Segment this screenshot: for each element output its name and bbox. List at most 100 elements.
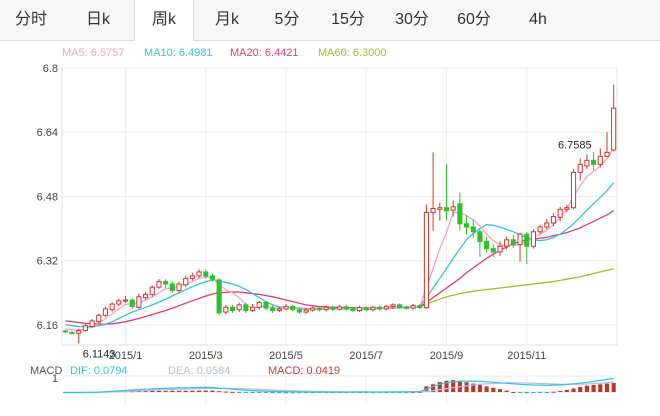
- candle-body: [196, 271, 202, 277]
- candle-body: [290, 305, 296, 311]
- x-tick-label: 2015/7: [349, 350, 383, 362]
- candle-body: [76, 330, 82, 334]
- candle-body: [336, 306, 343, 310]
- candle-body: [557, 208, 563, 218]
- candle-body: [403, 306, 409, 309]
- candle-body: [443, 207, 450, 212]
- candle-body: [143, 293, 149, 299]
- macd-histogram-bar: [270, 392, 275, 394]
- macd-histogram-bar: [156, 390, 162, 392]
- macd-histogram-bar: [538, 392, 543, 393]
- candle-body: [270, 307, 276, 311]
- macd-histogram-bar: [551, 391, 556, 393]
- macd-histogram-bar: [604, 383, 610, 392]
- x-tick-label: 2015/11: [507, 350, 546, 362]
- candle-body: [577, 163, 583, 173]
- dif-legend: DIF: 0.0794: [70, 365, 128, 377]
- candle-body: [330, 306, 336, 310]
- macd-histogram-bar: [564, 389, 569, 392]
- y-tick-label: 6.32: [37, 256, 58, 268]
- candle-body: [163, 281, 169, 285]
- candle-body: [303, 309, 309, 313]
- ma60-legend: MA60: 6.3000: [318, 47, 387, 59]
- candle-body: [390, 304, 396, 307]
- macd-histogram-bar: [163, 390, 168, 392]
- candle-body: [62, 330, 68, 333]
- candle-body: [116, 300, 122, 305]
- macd-histogram-bar: [477, 385, 482, 392]
- y-tick-label: 6.8: [43, 63, 58, 75]
- candle-body: [544, 222, 550, 228]
- candle-body: [377, 306, 383, 310]
- macd-histogram-bar: [511, 392, 516, 393]
- candle-body: [450, 206, 456, 211]
- candle-body: [209, 275, 216, 280]
- macd-histogram-bar: [223, 391, 228, 393]
- candle-body: [122, 299, 129, 302]
- macd-histogram-bar: [558, 390, 563, 392]
- candle-body: [203, 271, 209, 277]
- dea-legend: DEA: 0.0584: [168, 365, 231, 377]
- macd-histogram-bar: [517, 392, 523, 393]
- candle-body: [69, 332, 75, 335]
- candle-body: [537, 226, 543, 233]
- candle-body: [457, 203, 463, 225]
- candle-body: [310, 307, 316, 311]
- macd-histogram-bar: [584, 385, 589, 392]
- candle-body: [417, 305, 423, 309]
- macd-histogram-bar: [464, 382, 469, 392]
- macd-histogram-bar: [250, 392, 255, 393]
- macd-histogram-bar: [531, 392, 536, 393]
- candle-body: [136, 296, 142, 308]
- candle-body: [229, 306, 236, 311]
- y-tick-label: 6.48: [37, 191, 58, 203]
- candle-body: [243, 304, 249, 311]
- candle-body: [564, 207, 570, 210]
- macd-histogram-bar: [210, 390, 215, 392]
- macd-histogram-bar: [230, 391, 235, 393]
- candle-body: [550, 216, 557, 224]
- candle-body: [283, 305, 289, 310]
- candle-body: [484, 240, 490, 250]
- max-price-label: 6.7585: [558, 139, 592, 151]
- candle-body: [497, 245, 503, 253]
- macd-histogram-bar: [491, 387, 496, 392]
- candle-body: [263, 301, 269, 309]
- ma10-legend: MA10: 6.4981: [144, 47, 213, 59]
- kline-chart[interactable]: 6.86.646.486.326.162015/1 2015/3 2015/5 201…: [0, 0, 660, 416]
- macd-histogram-bar: [611, 382, 616, 392]
- macd-histogram-bar: [257, 392, 262, 393]
- x-tick-label: 2015/3: [189, 350, 223, 362]
- candle-body: [109, 303, 115, 311]
- candle-body: [517, 233, 523, 246]
- candle-body: [470, 226, 476, 233]
- macd-histogram-bar: [237, 392, 242, 393]
- candle-body: [524, 233, 530, 247]
- macd-histogram-bar: [217, 391, 222, 393]
- candle-body: [363, 307, 369, 311]
- ma20-legend: MA20: 6.4421: [230, 47, 299, 59]
- macd-histogram-bar: [243, 392, 248, 393]
- candle-body: [183, 277, 189, 286]
- candle-body: [169, 283, 175, 291]
- candle-body: [216, 279, 222, 314]
- x-tick-label: 2015/5: [269, 350, 303, 362]
- macd-histogram-bar: [497, 389, 503, 392]
- candle-body: [89, 320, 95, 328]
- macd-histogram-bar: [197, 390, 202, 392]
- candle-body: [102, 308, 109, 316]
- candle-body: [316, 307, 323, 311]
- candle-body: [430, 208, 436, 214]
- macd-histogram-bar: [578, 387, 583, 392]
- price-plot-frame: [61, 67, 618, 346]
- candle-body: [597, 155, 603, 165]
- candle-body: [510, 239, 516, 246]
- candle-body: [296, 309, 302, 313]
- min-price-label: 6.1143: [83, 348, 116, 360]
- ma5-legend: MA5: 6.5757: [62, 47, 125, 59]
- macd-histogram-bar: [571, 388, 576, 392]
- macd-legend: MACD DIF: 0.0794 DEA: 0.0584 MACD: 0.041…: [0, 365, 660, 379]
- candle-body: [223, 306, 229, 313]
- candle-body: [149, 286, 155, 295]
- candle-body: [350, 308, 356, 311]
